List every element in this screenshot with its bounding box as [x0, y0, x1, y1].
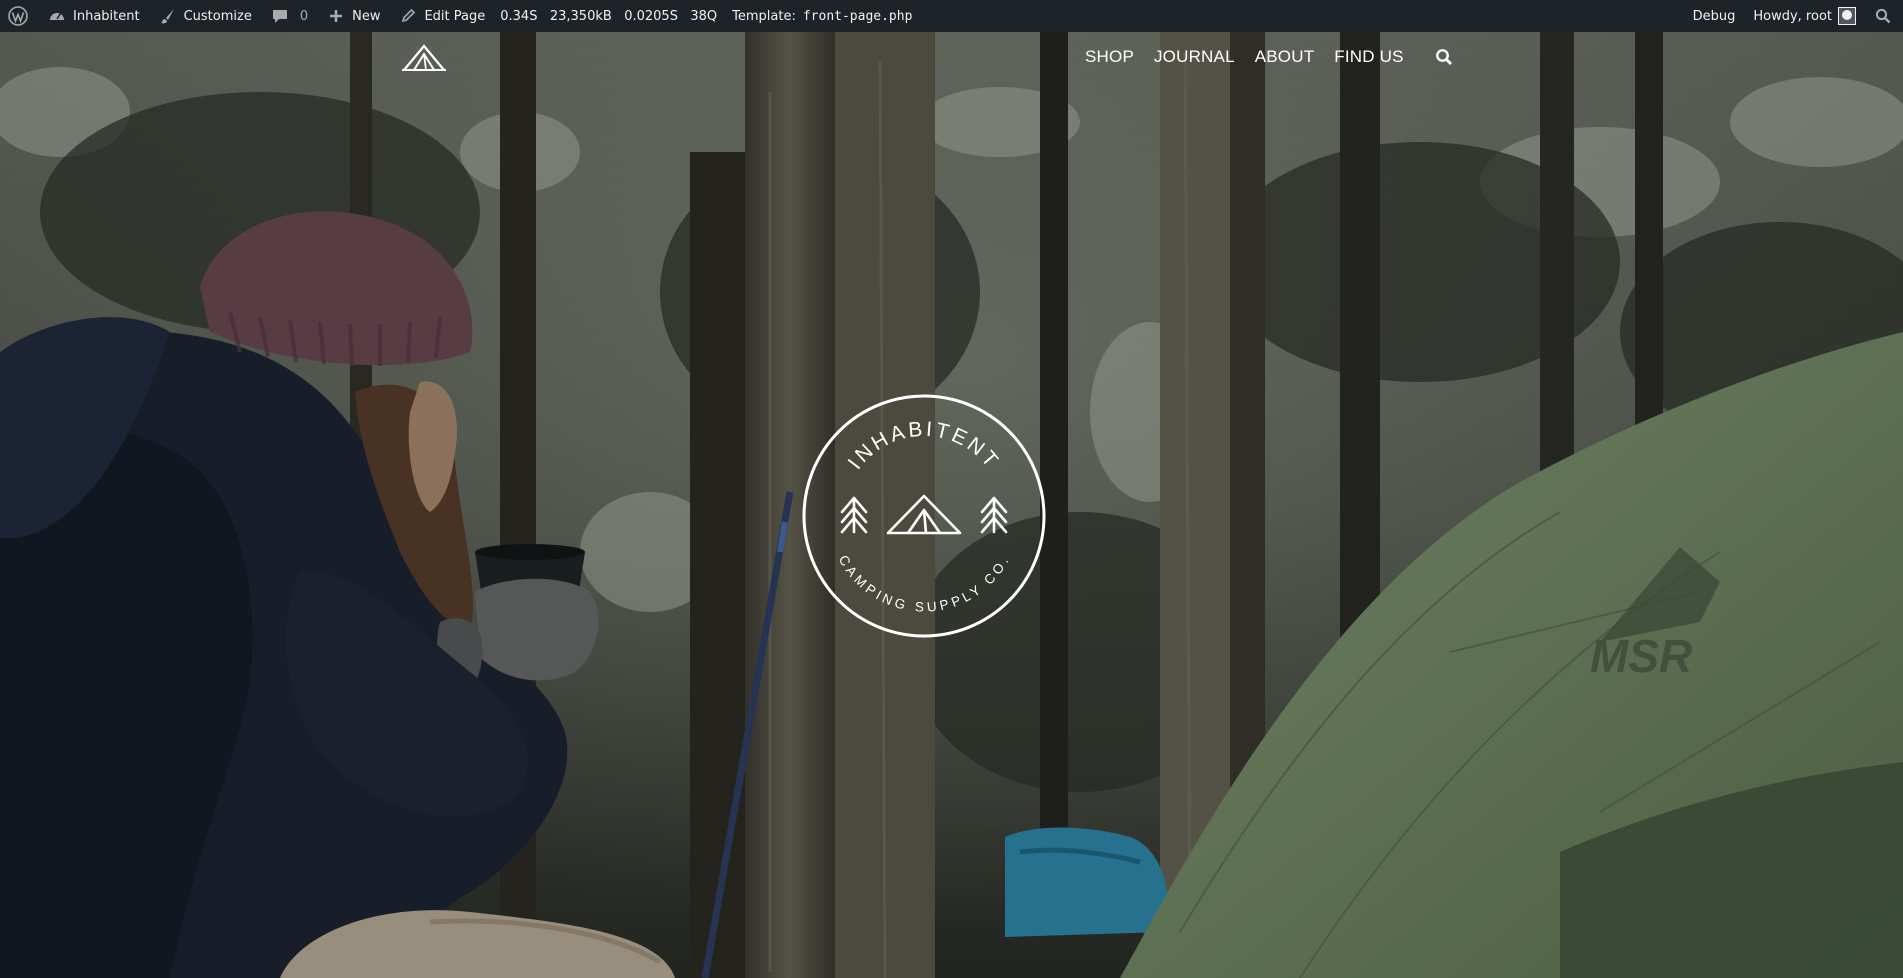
pencil-icon — [398, 6, 418, 26]
admin-bar-right: Debug Howdy, root — [1684, 0, 1903, 32]
query-monitor-stats[interactable]: 0.34S 23,350kB 0.0205S 38Q — [494, 0, 723, 32]
dashboard-icon — [47, 6, 67, 26]
comment-icon — [270, 6, 290, 26]
comments-count: 0 — [299, 8, 309, 24]
main-navigation: SHOP JOURNAL ABOUT FIND US — [1085, 32, 1453, 82]
edit-page-label: Edit Page — [424, 8, 486, 24]
admin-bar: Inhabitent Customize 0 New Edit Page 0.3… — [0, 0, 1903, 32]
customize-label: Customize — [183, 8, 252, 24]
plus-icon — [326, 6, 346, 26]
tent-icon — [886, 494, 962, 535]
tent-logo-icon — [402, 44, 446, 71]
comments-link[interactable]: 0 — [261, 0, 317, 32]
nav-find-us[interactable]: FIND US — [1334, 47, 1403, 67]
pine-tree-icon — [980, 496, 1008, 534]
search-icon — [1875, 8, 1891, 24]
paintbrush-icon — [158, 6, 178, 26]
customize-link[interactable]: Customize — [149, 0, 261, 32]
avatar — [1838, 7, 1856, 25]
perf-time: 0.34S — [500, 8, 538, 24]
search-icon[interactable] — [1435, 48, 1453, 66]
wordpress-menu[interactable] — [0, 0, 38, 32]
badge-bottom-text: CAMPING SUPPLY CO. — [836, 553, 1013, 615]
new-label: New — [352, 8, 381, 24]
site-logo[interactable] — [402, 40, 446, 72]
debug-menu[interactable]: Debug — [1684, 0, 1745, 32]
site-header: SHOP JOURNAL ABOUT FIND US — [0, 32, 1903, 82]
account-menu[interactable]: Howdy, root — [1744, 0, 1865, 32]
edit-page-link[interactable]: Edit Page — [389, 0, 494, 32]
template-label: Template: — [732, 8, 796, 24]
admin-search-button[interactable] — [1865, 0, 1903, 32]
wordpress-icon — [8, 6, 28, 26]
pine-tree-icon — [840, 496, 868, 534]
debug-label: Debug — [1692, 8, 1736, 24]
perf-queries: 38Q — [690, 8, 718, 24]
brand-badge: INHABITENT CAMPING SUPPLY CO. — [802, 394, 1046, 638]
nav-about[interactable]: ABOUT — [1255, 47, 1315, 67]
site-name-menu[interactable]: Inhabitent — [38, 0, 149, 32]
perf-memory: 23,350kB — [549, 8, 612, 24]
site-name-label: Inhabitent — [73, 8, 140, 24]
template-info[interactable]: Template: front-page.php — [723, 0, 921, 32]
howdy-label: Howdy, root — [1753, 8, 1832, 24]
badge-top-text: INHABITENT — [844, 418, 1004, 474]
new-content-menu[interactable]: New — [317, 0, 389, 32]
admin-bar-left: Inhabitent Customize 0 New Edit Page 0.3… — [0, 0, 921, 32]
template-file: front-page.php — [802, 8, 913, 24]
perf-query-time: 0.0205S — [624, 8, 678, 24]
nav-journal[interactable]: JOURNAL — [1154, 47, 1235, 67]
nav-shop[interactable]: SHOP — [1085, 47, 1134, 67]
